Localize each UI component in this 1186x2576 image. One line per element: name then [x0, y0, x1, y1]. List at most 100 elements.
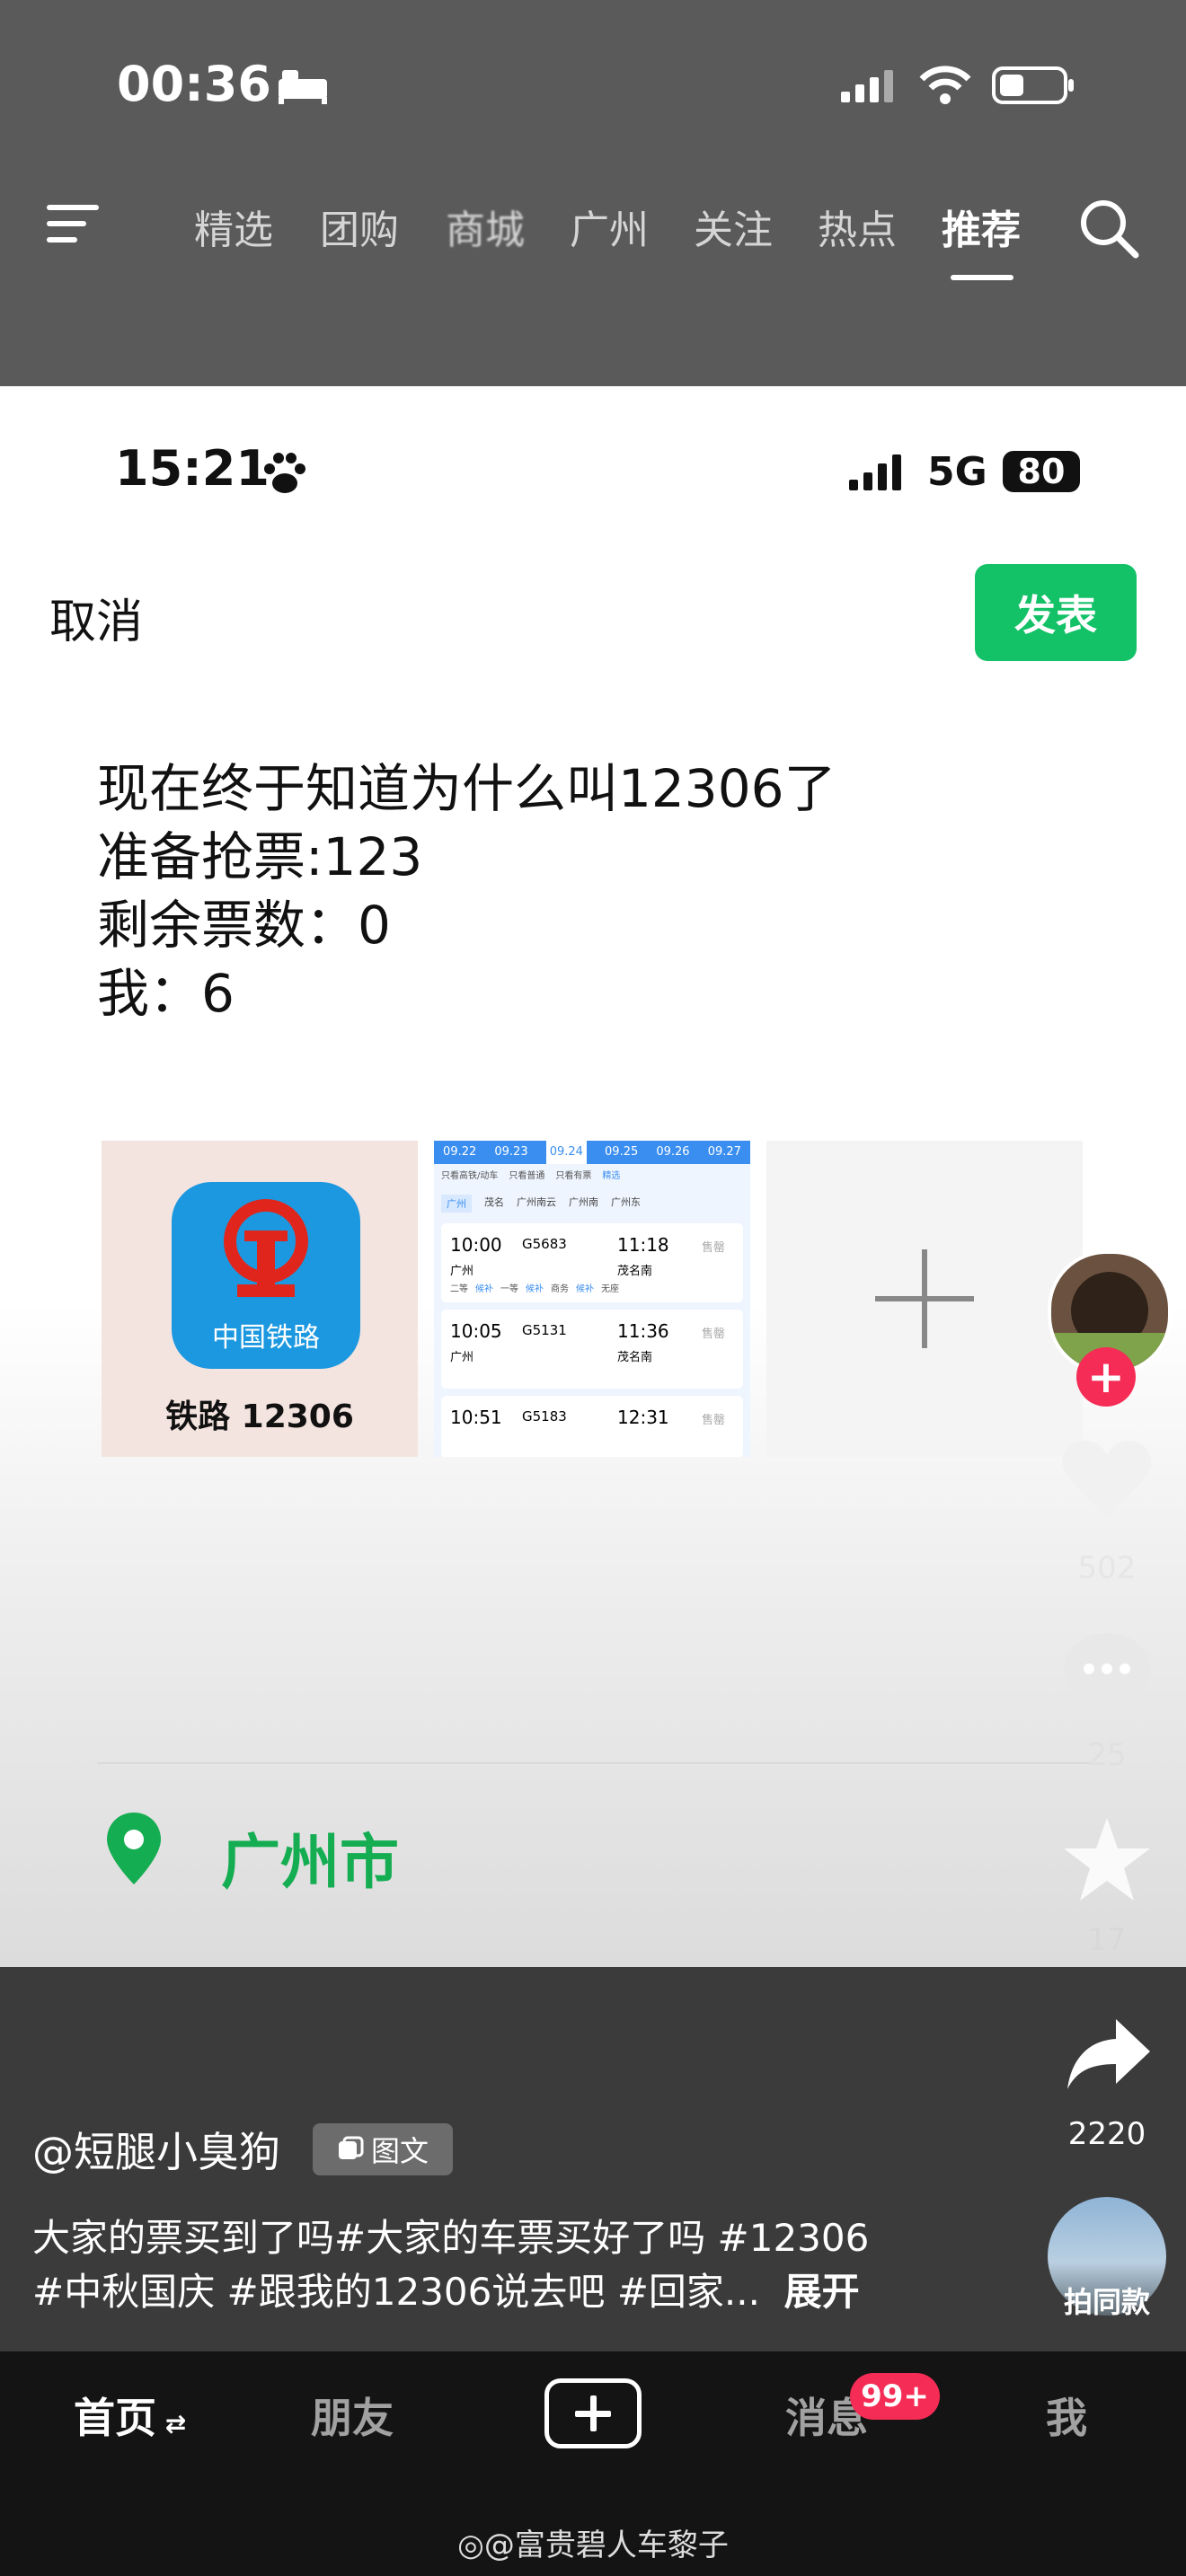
watermark-text: @富贵碧人车黎子: [483, 2527, 729, 2563]
seat-row: 二等 候补 一等 候补 商务 候补 无座: [450, 1281, 619, 1294]
date-item: 09.26: [656, 1145, 690, 1159]
train-status: 售罄: [702, 1414, 726, 1427]
post-line: 现在终于知道为什么叫12306了: [97, 758, 836, 819]
station-item: 广州南: [569, 1196, 598, 1208]
favorite-icon[interactable]: [1060, 1814, 1154, 1904]
train-card: 10:51 G5183 12:31 售罄: [441, 1396, 743, 1457]
expand-link[interactable]: 展开: [784, 2270, 860, 2314]
train-card: 10:00 G5683 广州 11:18 茂名南 售罄 二等 候补 一等 候补 …: [441, 1223, 743, 1302]
seat-item: 候补: [475, 1284, 493, 1294]
post-line: 我：6: [97, 963, 235, 1024]
like-count: 502: [1077, 1550, 1137, 1586]
tab-shangcheng[interactable]: 商城: [446, 198, 525, 255]
tab-guangzhou[interactable]: 广州: [570, 198, 649, 255]
watermark: ◎@富贵碧人车黎子: [0, 2520, 1186, 2564]
seat-item: 商务: [551, 1284, 569, 1294]
publish-button[interactable]: 发表: [975, 564, 1137, 661]
post-line: 准备抢票:123: [97, 826, 423, 887]
paw-icon: [264, 453, 305, 493]
cellular-signal-icon: [841, 70, 893, 102]
search-icon[interactable]: [1078, 198, 1141, 260]
battery-icon: [992, 66, 1074, 104]
tab-redian[interactable]: 热点: [818, 198, 897, 255]
nav-friends[interactable]: 朋友: [311, 2386, 394, 2445]
status-time: 00:36: [117, 56, 271, 112]
tab-tuangou[interactable]: 团购: [320, 198, 399, 255]
location-pin-icon: [107, 1813, 161, 1884]
station-row: 广州 茂名 广州南云 广州南 广州东: [441, 1195, 747, 1213]
train-to: 茂名南: [617, 1351, 653, 1364]
date-item: 09.23: [494, 1145, 528, 1159]
message-badge: 99+: [850, 2373, 940, 2420]
author-name[interactable]: @短腿小臭狗: [32, 2120, 280, 2179]
weibo-icon: ◎: [457, 2527, 484, 2563]
comment-count: 25: [1087, 1737, 1127, 1773]
active-tab-indicator: [951, 275, 1013, 280]
share-count: 2220: [1067, 2116, 1146, 2152]
create-button[interactable]: [544, 2378, 642, 2448]
inner-status-time: 15:21: [115, 440, 270, 497]
train-status: 售罄: [702, 1241, 726, 1255]
seat-item: 候补: [526, 1284, 544, 1294]
seat-item: 二等: [450, 1284, 468, 1294]
nav-me[interactable]: 我: [1046, 2386, 1087, 2445]
train-to: 茂名南: [617, 1265, 653, 1278]
station-item: 广州南云: [517, 1196, 556, 1208]
seat-item: 候补: [576, 1284, 594, 1294]
add-image-button[interactable]: [766, 1141, 1083, 1457]
post-description: 大家的票买到了吗#大家的车票买好了吗 #12306 #中秋国庆 #跟我的1230…: [32, 2211, 1093, 2319]
top-tabs: 精选 团购 商城 广州 关注 热点 推荐: [0, 189, 1186, 280]
divider: [97, 1762, 1094, 1764]
switch-icon: ⇄: [156, 2409, 187, 2439]
train-arr: 12:31: [617, 1407, 669, 1428]
post-line: 剩余票数：0: [97, 895, 391, 956]
train-arr: 11:36: [617, 1320, 669, 1342]
train-from: 广州: [450, 1265, 474, 1278]
post-type-badge: 图文: [313, 2123, 453, 2175]
tab-jingxuan[interactable]: 精选: [194, 198, 273, 255]
app-caption: 铁路 12306: [165, 1398, 354, 1435]
train-no: G5183: [522, 1408, 567, 1425]
seat-item: 一等: [500, 1284, 518, 1294]
nav-home[interactable]: 首页 ⇄: [74, 2386, 186, 2445]
railway-app-icon: 中国铁路: [172, 1182, 360, 1369]
filter-item: 精选: [602, 1171, 621, 1181]
description-line: #中秋国庆 #跟我的12306说去吧 #回家...: [32, 2270, 760, 2314]
share-icon[interactable]: [1064, 2016, 1154, 2093]
comment-icon[interactable]: [1060, 1631, 1154, 1716]
menu-icon[interactable]: [47, 201, 102, 246]
date-item: 09.22: [443, 1145, 477, 1159]
railway-logo-icon: [224, 1199, 308, 1297]
date-item: 09.24: [545, 1141, 587, 1164]
train-no: G5683: [522, 1236, 567, 1252]
train-status: 售罄: [702, 1328, 726, 1341]
train-from: 广州: [450, 1351, 474, 1364]
tab-guanzhu[interactable]: 关注: [694, 198, 773, 255]
filter-item: 只看普通: [509, 1171, 545, 1181]
seat-item: 无座: [601, 1284, 619, 1294]
cancel-button[interactable]: 取消: [49, 584, 143, 651]
station-item: 广州: [441, 1195, 472, 1213]
location-label[interactable]: 广州市: [221, 1814, 399, 1901]
description-line: 大家的票买到了吗#大家的车票买好了吗 #12306: [32, 2216, 870, 2260]
like-icon[interactable]: [1060, 1437, 1154, 1522]
wifi-icon: [919, 66, 971, 104]
train-card: 10:05 G5131 广州 11:36 茂名南 售罄: [441, 1310, 743, 1389]
follow-button[interactable]: +: [1076, 1347, 1136, 1407]
badge-label: 图文: [370, 2134, 429, 2168]
thumbnail-ticket-list[interactable]: 09.22 09.23 09.24 09.25 09.26 09.27 只看高铁…: [434, 1141, 750, 1457]
tab-tuijian[interactable]: 推荐: [942, 198, 1021, 255]
post-text: 现在终于知道为什么叫12306了 准备抢票:123 剩余票数：0 我：6: [97, 754, 1085, 1028]
filter-item: 只看有票: [555, 1171, 592, 1181]
thumbnail-railway-app[interactable]: 中国铁路 铁路 12306: [102, 1141, 418, 1457]
date-item: 09.27: [707, 1145, 741, 1159]
train-no: G5131: [522, 1322, 567, 1338]
date-bar: 09.22 09.23 09.24 09.25 09.26 09.27: [434, 1141, 750, 1164]
train-dep: 10:51: [450, 1407, 502, 1428]
plus-icon: [875, 1249, 974, 1348]
station-item: 广州东: [611, 1196, 641, 1208]
favorite-count: 17: [1087, 1922, 1127, 1958]
inner-battery: 80: [1003, 451, 1080, 492]
date-item: 09.25: [605, 1145, 639, 1159]
plus-icon: [575, 2395, 611, 2431]
